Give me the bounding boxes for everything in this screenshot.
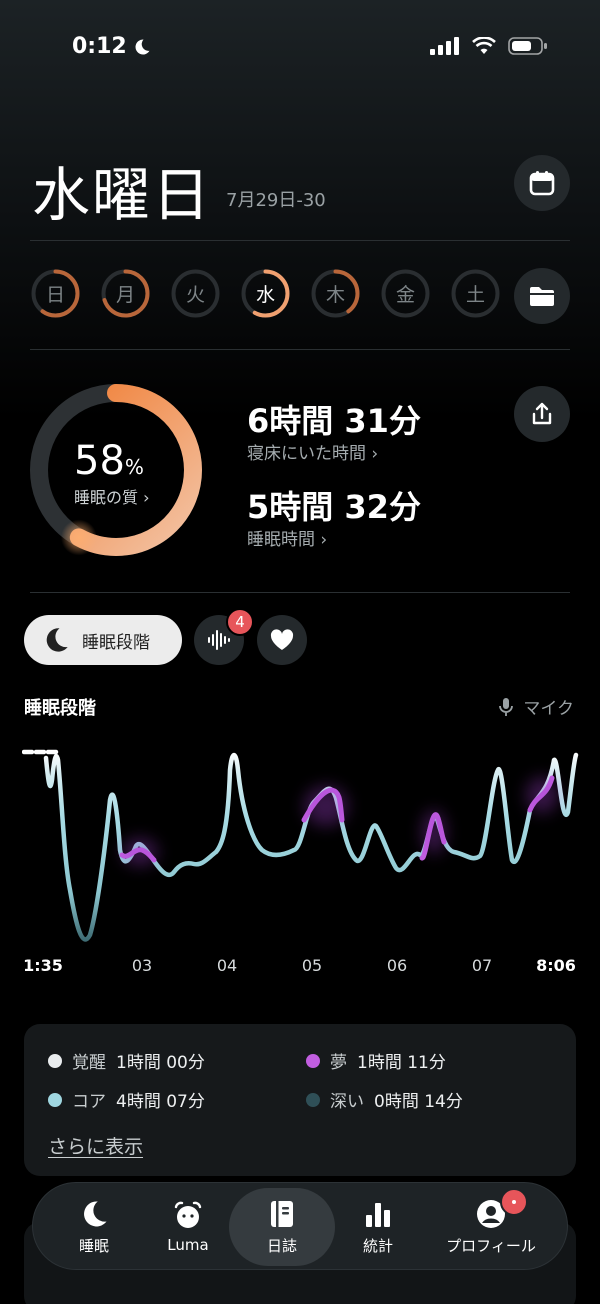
week-day-label: 水 — [255, 284, 275, 306]
share-icon — [532, 402, 552, 425]
folder-icon — [530, 287, 554, 306]
awake-dot — [48, 1053, 62, 1068]
week-day-label: 土 — [465, 284, 485, 306]
week-day-label: 日 — [45, 284, 65, 306]
status-time: 0:12 — [72, 34, 151, 59]
core-dot — [48, 1092, 62, 1107]
dream-dot — [306, 1053, 320, 1068]
sleep-time: 5時間 32分 — [247, 488, 421, 526]
calendar-button[interactable] — [514, 155, 570, 211]
legend-label: コア — [72, 1092, 106, 1112]
legend-value: 4時間 07分 — [116, 1092, 205, 1112]
date-range: 7月29日-30 — [226, 190, 326, 211]
mic-filter[interactable]: マイク — [499, 694, 574, 719]
legend-value: 0時間 14分 — [374, 1092, 463, 1112]
signal-icon — [430, 37, 459, 55]
bottom-nav: 睡眠 Luma 日誌 統計 プロフィール — [32, 1182, 568, 1270]
x-tick-label: 03 — [131, 956, 153, 975]
divider — [30, 240, 570, 241]
x-axis: 1:35 03 04 05 06 07 8:06 — [0, 956, 600, 976]
calendar-icon — [529, 171, 555, 196]
sounds-count-badge: 4 — [226, 608, 254, 636]
legend-item-deep: 深い 0時間 14分 — [306, 1087, 463, 1112]
waveform-icon — [208, 630, 230, 650]
alarm-icon — [174, 1201, 202, 1228]
profile-notification-badge — [500, 1188, 528, 1216]
sleep-phase-chart — [22, 749, 579, 942]
chart-title: 睡眠段階 — [24, 698, 96, 719]
week-selector: 日月火水木金土 — [30, 268, 501, 319]
share-button[interactable] — [514, 386, 570, 442]
show-more-link[interactable]: さらに表示 — [48, 1132, 143, 1159]
chart-icon — [366, 1202, 390, 1227]
nav-profile[interactable]: プロフィール — [427, 1183, 555, 1271]
heart-icon — [270, 629, 294, 650]
x-tick-label: 04 — [216, 956, 238, 975]
deep-dot — [306, 1092, 320, 1107]
x-tick-label: 05 — [301, 956, 323, 975]
legend-label: 深い — [330, 1092, 364, 1112]
microphone-icon — [499, 697, 514, 716]
sleep-time-link[interactable]: 睡眠時間 › — [247, 525, 327, 550]
moon-icon — [135, 38, 150, 54]
legend-label: 夢 — [330, 1053, 347, 1073]
week-day-6[interactable]: 土 — [450, 268, 501, 319]
x-tick-label: 06 — [386, 956, 408, 975]
week-day-label: 金 — [395, 284, 415, 306]
x-tick-label: 07 — [471, 956, 493, 975]
week-day-label: 火 — [185, 284, 205, 306]
week-day-label: 月 — [115, 284, 135, 306]
week-day-2[interactable]: 火 — [170, 268, 221, 319]
wifi-icon — [472, 37, 496, 54]
week-day-0[interactable]: 日 — [30, 268, 81, 319]
week-day-4[interactable]: 木 — [310, 268, 361, 319]
legend-value: 1時間 11分 — [357, 1053, 446, 1073]
nav-luma[interactable]: Luma — [143, 1183, 233, 1271]
legend-label: 覚醒 — [72, 1053, 106, 1073]
divider — [30, 349, 570, 350]
folder-button[interactable] — [514, 268, 570, 324]
battery-icon — [508, 37, 547, 55]
tab-sleep-phases[interactable]: 睡眠段階 — [24, 615, 182, 665]
journal-icon — [271, 1200, 293, 1227]
week-day-3[interactable]: 水 — [240, 268, 291, 319]
sleep-quality-percent: 58% — [74, 438, 144, 484]
legend-item-core: コア 4時間 07分 — [48, 1087, 205, 1112]
x-tick-label: 8:06 — [536, 956, 576, 975]
moon-icon — [46, 628, 68, 652]
in-bed-time: 6時間 31分 — [247, 402, 421, 440]
page-title: 水曜日 — [32, 161, 213, 229]
legend-item-awake: 覚醒 1時間 00分 — [48, 1048, 205, 1073]
legend-item-dream: 夢 1時間 11分 — [306, 1048, 446, 1073]
tab-heart-rate[interactable] — [257, 615, 307, 665]
week-day-label: 木 — [325, 284, 345, 306]
nav-stats[interactable]: 統計 — [333, 1183, 423, 1271]
in-bed-link[interactable]: 寝床にいた時間 › — [247, 439, 378, 464]
legend-value: 1時間 00分 — [116, 1053, 205, 1073]
nav-sleep[interactable]: 睡眠 — [49, 1183, 139, 1271]
week-day-5[interactable]: 金 — [380, 268, 431, 319]
x-tick-label: 1:35 — [23, 956, 63, 975]
week-day-1[interactable]: 月 — [100, 268, 151, 319]
status-indicators — [430, 36, 548, 56]
divider — [30, 592, 570, 593]
sleep-curve — [22, 749, 579, 942]
nav-journal[interactable]: 日誌 — [229, 1188, 335, 1266]
moon-icon — [84, 1200, 107, 1226]
sleep-quality-link[interactable]: 睡眠の質 › — [74, 484, 150, 508]
